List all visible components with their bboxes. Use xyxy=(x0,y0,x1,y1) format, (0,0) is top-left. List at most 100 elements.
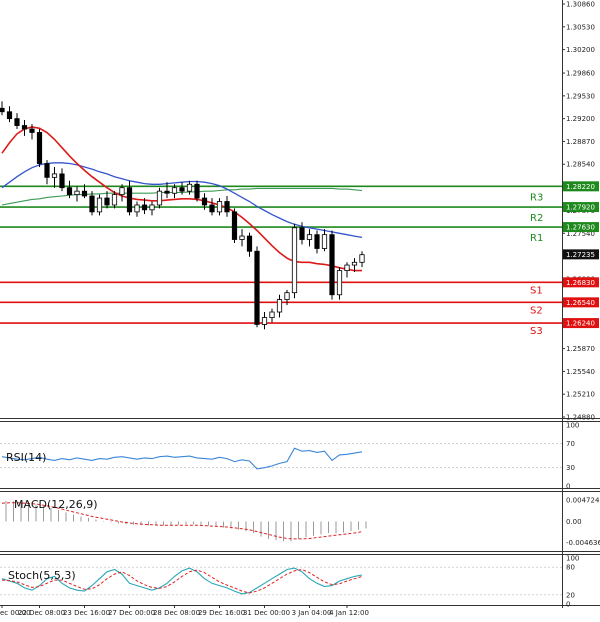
candle-body xyxy=(246,235,253,252)
level-badge-text: 1.26240 xyxy=(566,320,595,328)
candle-body xyxy=(314,234,320,249)
macd-tick-label: -0.004636 xyxy=(566,539,600,547)
current-price-text: 1.27235 xyxy=(566,251,595,259)
candle-body xyxy=(194,183,200,199)
macd-tick-label: 0.004724 xyxy=(566,496,600,504)
candle-body xyxy=(111,194,118,206)
candle-body xyxy=(66,187,73,196)
candle-body xyxy=(44,163,50,178)
candle-body xyxy=(74,190,80,196)
stoch-tick-label: 80 xyxy=(566,564,575,572)
candle-body xyxy=(96,197,103,213)
candle-body xyxy=(179,187,185,192)
time-tick-label: 3 Jan 04:00 xyxy=(292,609,332,617)
time-tick-label: 28 Dec 08:00 xyxy=(153,609,200,617)
stoch-tick-label: 0 xyxy=(566,601,570,609)
candle-body xyxy=(329,234,335,296)
rsi-line xyxy=(1,447,363,470)
price-tick-label: 1.28870 xyxy=(566,138,595,146)
stoch-tick-label: 100 xyxy=(566,555,579,563)
time-tick-label: 27 Dec 00:00 xyxy=(108,609,155,617)
price-tick-label: 1.28540 xyxy=(566,161,595,169)
candle-body xyxy=(119,187,125,196)
candle-body xyxy=(141,204,148,211)
candle-body xyxy=(299,227,305,240)
price-panel: 1.30860 1.30530 1.30200 1.29860 1.29530 1.292… xyxy=(0,1,599,422)
candle-body xyxy=(269,311,275,318)
candle-body xyxy=(261,317,268,325)
level-badge-text: 1.28220 xyxy=(566,183,595,191)
candle-body xyxy=(186,183,193,192)
candle-body xyxy=(201,197,208,206)
price-tick-label: 1.29530 xyxy=(566,92,595,100)
panel-frames xyxy=(0,0,600,608)
candle-body xyxy=(276,299,283,313)
time-tick-label: 22 Dec 08:00 xyxy=(18,609,65,617)
candle-body xyxy=(164,190,170,194)
candle-body xyxy=(51,173,58,178)
stoch-label: Stoch(5,5,3) xyxy=(8,569,76,582)
candle-body xyxy=(254,250,260,325)
candle-body xyxy=(239,235,245,240)
candle-body xyxy=(336,270,343,296)
price-tick-label: 1.30860 xyxy=(566,1,595,9)
price-tick-label: 1.30200 xyxy=(566,46,595,54)
rsi-tick-label: 70 xyxy=(566,440,575,448)
candle-body xyxy=(21,125,28,130)
price-tick-label: 1.25540 xyxy=(566,368,595,376)
candle-body xyxy=(156,190,163,206)
ma-red-line xyxy=(1,126,362,272)
level-badge-text: 1.27630 xyxy=(566,224,595,232)
rsi-label: RSI(14) xyxy=(6,451,46,464)
forex-chart: 1.30860 1.30530 1.30200 1.29860 1.29530 1.292… xyxy=(0,0,600,617)
rsi-tick-label: 100 xyxy=(566,422,579,430)
level-label-r3: R3 xyxy=(530,192,543,203)
level-label-s2: S2 xyxy=(530,305,543,316)
time-tick-label: 29 Dec 16:00 xyxy=(198,609,245,617)
candle-body xyxy=(6,111,13,120)
time-tick-label: 4 Jan 12:00 xyxy=(329,609,369,617)
rsi-panel: 100 70 30 0 xyxy=(0,422,579,491)
candle-body xyxy=(224,201,230,213)
candle-body xyxy=(359,254,365,263)
candle-body xyxy=(209,204,215,213)
candle-body xyxy=(89,195,95,213)
candle-body xyxy=(284,292,290,300)
candle-body xyxy=(36,132,43,164)
candle-body xyxy=(0,107,5,113)
price-tick-label: 1.29200 xyxy=(566,115,595,123)
price-tick-label: 1.25870 xyxy=(566,345,595,353)
candle-body xyxy=(29,128,35,133)
candle-body xyxy=(171,187,178,194)
time-axis: ec 00:0022 Dec 08:0023 Dec 16:0027 Dec 0… xyxy=(0,605,369,617)
time-tick-label: 23 Dec 16:00 xyxy=(63,609,110,617)
level-label-s3: S3 xyxy=(530,326,543,337)
candle-body xyxy=(126,187,133,213)
macd-tick-label: 0.00 xyxy=(566,518,582,526)
candle-body xyxy=(291,227,298,294)
rsi-tick-label: 30 xyxy=(566,464,575,472)
candle-body xyxy=(59,173,65,189)
candle-body xyxy=(14,118,20,126)
candle-body xyxy=(344,264,350,271)
macd-label: MACD(12,26,9) xyxy=(14,498,98,511)
candle-body xyxy=(321,234,328,249)
level-badge-text: 1.26830 xyxy=(566,279,595,287)
stoch-tick-label: 20 xyxy=(566,591,575,599)
level-label-s1: S1 xyxy=(530,285,543,296)
candle-body xyxy=(306,234,313,240)
candle-body xyxy=(81,190,88,197)
price-tick-label: 1.30530 xyxy=(566,23,595,31)
price-tick-label: 1.29860 xyxy=(566,70,595,78)
price-tick-label: 1.24880 xyxy=(566,414,595,422)
stoch-panel: 10080 20 0 xyxy=(0,555,579,609)
price-tick-label: 1.25210 xyxy=(566,391,595,399)
level-badge-text: 1.27920 xyxy=(566,204,595,212)
candle-body xyxy=(134,204,140,213)
candle-body xyxy=(104,197,110,206)
rsi-tick-label: 0 xyxy=(566,483,570,491)
level-label-r2: R2 xyxy=(530,213,543,224)
time-tick-label: 31 Dec 00:00 xyxy=(243,609,290,617)
candle-body xyxy=(351,261,358,266)
level-badge-text: 1.26540 xyxy=(566,299,595,307)
